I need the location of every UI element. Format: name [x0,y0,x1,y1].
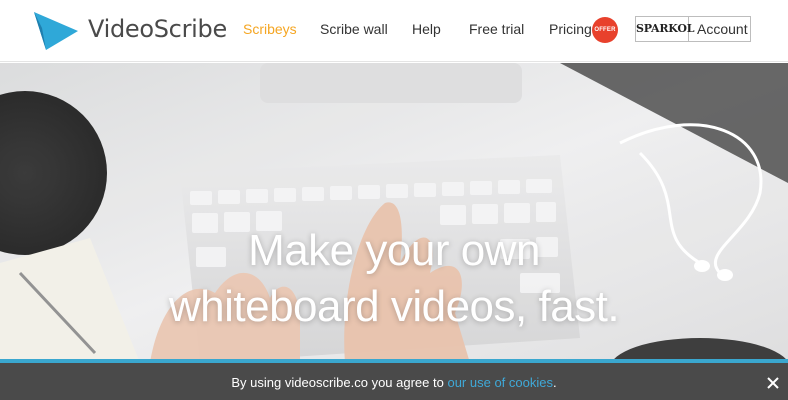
cookie-text: By using videoscribe.co you agree to [231,375,448,390]
close-icon[interactable] [766,376,780,390]
videoscribe-logo[interactable]: VideoScribe [32,10,232,52]
hero-title-line-1: Make your own [248,226,540,275]
hero-banner: Make your own whiteboard videos, fast. [0,63,788,363]
account-link[interactable]: Account [697,21,748,37]
hero-title: Make your own whiteboard videos, fast. [0,223,788,335]
nav-scribeys[interactable]: Scribeys [243,21,297,37]
cookie-text-suffix: . [552,375,557,390]
site-header: VideoScribe Scribeys Scribe wall Help Fr… [0,0,788,62]
nav-pricing[interactable]: Pricing [549,21,592,37]
cookie-policy-link[interactable]: our use of cookies [447,375,553,390]
nav-help[interactable]: Help [412,21,441,37]
offer-badge[interactable]: OFFER [592,17,618,43]
logo-icon [34,12,78,50]
cookie-message: By using videoscribe.co you agree to our… [0,375,788,390]
hero-title-line-2: whiteboard videos, fast. [168,282,620,331]
brand-name: VideoScribe [88,15,227,43]
cookie-banner: By using videoscribe.co you agree to our… [0,363,788,400]
nav-scribe-wall[interactable]: Scribe wall [320,21,388,37]
account-box: SPARKOL Account [635,16,751,42]
sparkol-logo[interactable]: SPARKOL [636,17,694,41]
nav-free-trial[interactable]: Free trial [469,21,524,37]
